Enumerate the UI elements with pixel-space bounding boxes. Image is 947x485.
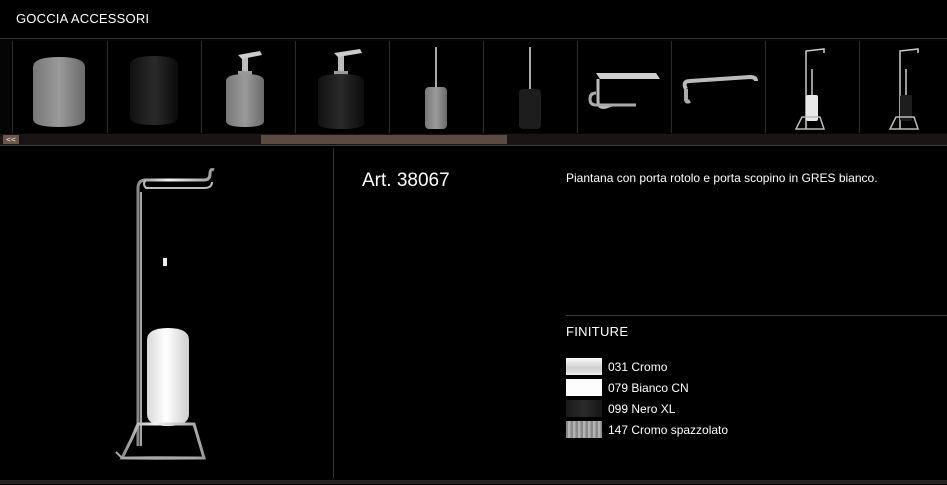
thumbnail-gallery <box>0 38 947 135</box>
product-description: Piantana con porta rotolo e porta scopin… <box>566 171 878 185</box>
swatch-bianco <box>566 379 602 396</box>
finish-option-nero[interactable]: 099 Nero XL <box>566 400 946 418</box>
bottom-border <box>0 480 947 484</box>
swatch-nero <box>566 400 602 417</box>
finish-option-cromo[interactable]: 031 Cromo <box>566 358 946 376</box>
article-number: Art. 38067 <box>362 170 450 191</box>
finish-label: 079 Bianco CN <box>608 381 689 395</box>
thumbnail-floor-stand-white[interactable] <box>765 41 858 133</box>
thumbnail-towel-hook[interactable] <box>671 41 764 133</box>
finish-label: 147 Cromo spazzolato <box>608 423 729 437</box>
finish-option-cromo-spazzolato[interactable]: 147 Cromo spazzolato <box>566 421 946 439</box>
product-image <box>4 148 334 478</box>
finish-label: 099 Nero XL <box>608 402 676 416</box>
thumbnail-toilet-brush-black[interactable] <box>483 41 576 133</box>
thumbnail-floor-stand-black[interactable] <box>859 41 947 133</box>
swatch-cromo-spazzolato <box>566 421 602 438</box>
thumbnail-cup-black[interactable] <box>107 41 200 133</box>
finish-label: 031 Cromo <box>608 360 668 374</box>
header: GOCCIA ACCESSORI <box>0 0 947 38</box>
thumbnail-toilet-brush-white[interactable] <box>389 41 482 133</box>
finishes-divider <box>566 315 947 316</box>
product-detail: Art. 38067 Piantana con porta rotolo e p… <box>0 145 947 485</box>
thumbnail-paper-holder-cover[interactable] <box>577 41 670 133</box>
finishes-title: FINITURE <box>566 324 629 339</box>
swatch-cromo <box>566 358 602 375</box>
gallery-scrollbar[interactable]: << <box>0 134 947 145</box>
thumbnail-soap-dispenser-white[interactable] <box>201 41 294 133</box>
collection-title: GOCCIA ACCESSORI <box>16 11 150 26</box>
thumbnail-cup-white[interactable] <box>12 41 105 133</box>
scrollbar-thumb[interactable] <box>261 135 507 144</box>
scroll-left-button[interactable]: << <box>3 135 19 144</box>
finish-option-bianco[interactable]: 079 Bianco CN <box>566 379 946 397</box>
thumbnail-soap-dispenser-black[interactable] <box>295 41 388 133</box>
